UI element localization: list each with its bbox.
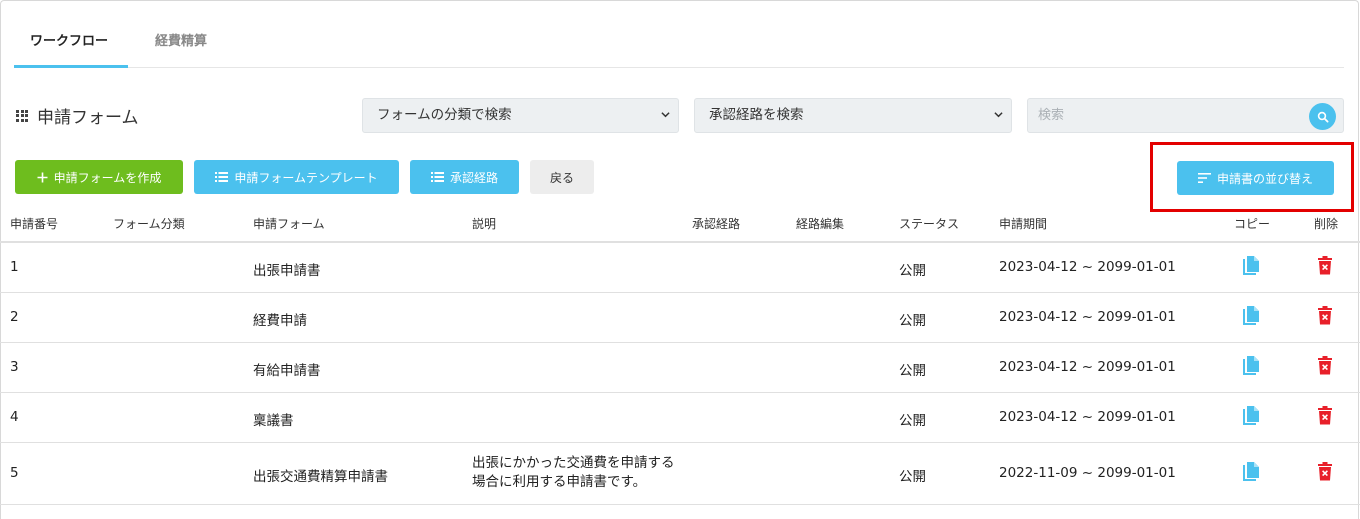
- cell-status: 公開: [899, 363, 926, 379]
- search-button[interactable]: [1309, 103, 1336, 130]
- back-button[interactable]: 戻る: [530, 160, 594, 194]
- list-icon: [430, 172, 444, 182]
- cell-period: 2022-11-09 ~ 2099-01-01: [999, 465, 1176, 481]
- table-row: 5 出張交通費精算申請書 出張にかかった交通費を申請する場合に利用する申請書です。 公…: [0, 443, 1360, 505]
- plus-icon: [37, 172, 48, 183]
- search-input[interactable]: [1028, 99, 1298, 132]
- copy-icon[interactable]: [1241, 305, 1261, 331]
- category-filter-value: フォームの分類で検索: [377, 107, 512, 123]
- trash-icon[interactable]: [1317, 356, 1333, 379]
- sort-forms-button[interactable]: 申請書の並び替え: [1177, 161, 1334, 195]
- search-box: [1027, 98, 1344, 133]
- cell-form-name[interactable]: 稟議書: [253, 409, 294, 429]
- col-delete: 削除: [1314, 217, 1339, 231]
- trash-icon[interactable]: [1317, 256, 1333, 279]
- trash-icon[interactable]: [1317, 406, 1333, 429]
- approval-route-button[interactable]: 承認経路: [410, 160, 519, 194]
- table-row: 1 出張申請書 公開 2023-04-12 ~ 2099-01-01: [0, 243, 1360, 293]
- copy-icon[interactable]: [1241, 255, 1261, 281]
- page-title: 申請フォーム: [16, 103, 139, 128]
- cell-status: 公開: [899, 263, 926, 279]
- tab-workflow[interactable]: ワークフロー: [30, 30, 108, 49]
- chevron-down-icon: [994, 112, 1003, 118]
- category-filter-select[interactable]: フォームの分類で検索: [362, 98, 679, 133]
- route-filter-value: 承認経路を検索: [709, 107, 804, 123]
- list-icon: [215, 172, 229, 182]
- trash-icon[interactable]: [1317, 462, 1333, 485]
- cell-form-name[interactable]: 出張交通費精算申請書: [253, 465, 388, 485]
- trash-icon[interactable]: [1317, 306, 1333, 329]
- cell-form-name[interactable]: 出張申請書: [253, 259, 321, 279]
- col-description: 説明: [472, 217, 497, 231]
- grid-icon: [16, 109, 28, 122]
- sort-icon: [1197, 173, 1211, 183]
- table-row: 2 経費申請 公開 2023-04-12 ~ 2099-01-01: [0, 293, 1360, 343]
- page-title-text: 申請フォーム: [37, 108, 139, 128]
- cell-period: 2023-04-12 ~ 2099-01-01: [999, 309, 1176, 325]
- cell-period: 2023-04-12 ~ 2099-01-01: [999, 359, 1176, 375]
- active-tab-indicator: [14, 65, 128, 68]
- search-icon: [1317, 111, 1329, 123]
- cell-status: 公開: [899, 413, 926, 429]
- col-status: ステータス: [899, 217, 960, 231]
- cell-status: 公開: [899, 469, 926, 485]
- approval-route-label: 承認経路: [449, 170, 498, 185]
- cell-app-number: 5: [10, 465, 19, 481]
- col-form-name: 申請フォーム: [253, 217, 325, 231]
- table-row: 3 有給申請書 公開 2023-04-12 ~ 2099-01-01: [0, 343, 1360, 393]
- col-copy: コピー: [1234, 217, 1271, 231]
- form-template-label: 申請フォームテンプレート: [234, 170, 378, 185]
- cell-period: 2023-04-12 ~ 2099-01-01: [999, 409, 1176, 425]
- cell-form-name[interactable]: 経費申請: [253, 309, 307, 329]
- cell-status: 公開: [899, 313, 926, 329]
- sort-forms-label: 申請書の並び替え: [1216, 171, 1313, 186]
- table-header: 申請番号 フォーム分類 申請フォーム 説明 承認経路 経路編集 ステータス 申請…: [0, 203, 1360, 243]
- create-form-button[interactable]: 申請フォームを作成: [15, 160, 183, 194]
- col-app-number: 申請番号: [10, 217, 59, 231]
- route-filter-select[interactable]: 承認経路を検索: [694, 98, 1012, 133]
- cell-app-number: 2: [10, 309, 19, 325]
- form-template-button[interactable]: 申請フォームテンプレート: [194, 160, 399, 194]
- create-form-label: 申請フォームを作成: [53, 170, 162, 185]
- chevron-down-icon: [661, 112, 670, 118]
- copy-icon[interactable]: [1241, 355, 1261, 381]
- col-form-category: フォーム分類: [113, 217, 185, 231]
- cell-app-number: 1: [10, 259, 19, 275]
- table-row: 4 稟議書 公開 2023-04-12 ~ 2099-01-01: [0, 393, 1360, 443]
- cell-description: 出張にかかった交通費を申請する場合に利用する申請書です。: [472, 455, 675, 490]
- copy-icon[interactable]: [1241, 405, 1261, 431]
- cell-app-number: 4: [10, 409, 19, 425]
- cell-app-number: 3: [10, 359, 19, 375]
- col-period: 申請期間: [999, 217, 1048, 231]
- cell-period: 2023-04-12 ~ 2099-01-01: [999, 259, 1176, 275]
- col-approval-route: 承認経路: [692, 217, 741, 231]
- copy-icon[interactable]: [1241, 461, 1261, 487]
- back-label: 戻る: [549, 170, 574, 185]
- tab-bar: ワークフロー 経費精算: [14, 0, 1344, 68]
- tab-expense[interactable]: 経費精算: [155, 30, 207, 49]
- col-route-edit: 経路編集: [796, 217, 845, 231]
- cell-form-name[interactable]: 有給申請書: [253, 359, 321, 379]
